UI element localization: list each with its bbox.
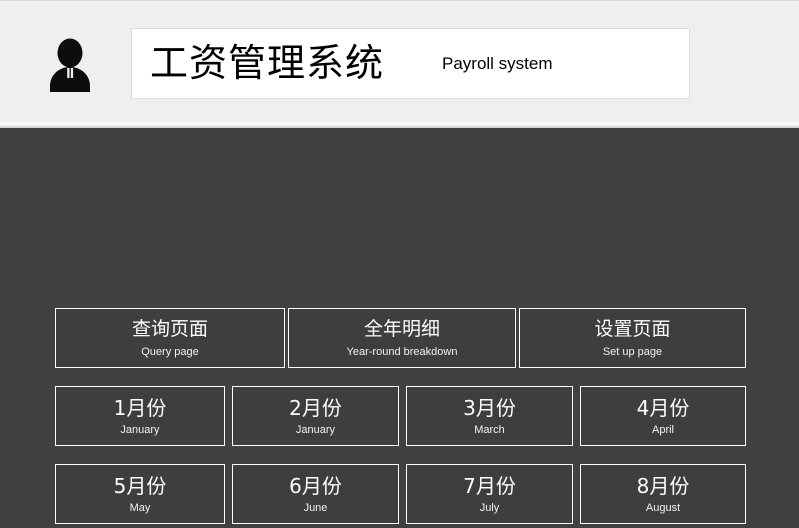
month-button-label-cn: 4月份 — [636, 395, 690, 420]
user-avatar-icon — [47, 34, 93, 96]
nav-button-label-cn: 查询页面 — [131, 318, 208, 340]
app-title-box: 工资管理系统 Payroll system — [131, 28, 690, 99]
nav-button-year-round-breakdown[interactable]: 全年明细 Year-round breakdown — [288, 308, 516, 368]
month-button-label-en: August — [645, 501, 681, 514]
month-button-label-cn: 1月份 — [113, 395, 167, 420]
month-button-label-en: January — [295, 423, 336, 436]
month-button-label-en: January — [120, 423, 160, 436]
month-button-label-cn: 6月份 — [289, 473, 342, 498]
month-button-label-cn: 3月份 — [463, 395, 516, 420]
month-button-2[interactable]: 2月份 January — [232, 386, 399, 446]
payroll-system-app: 工资管理系统 Payroll system 查询页面 Query page 全年… — [0, 0, 799, 528]
month-button-label-cn: 2月份 — [289, 395, 342, 420]
month-button-label-en: April — [651, 423, 674, 436]
month-button-label-en: July — [479, 501, 500, 514]
month-button-6[interactable]: 6月份 June — [232, 464, 399, 524]
month-button-8[interactable]: 8月份 August — [580, 464, 746, 524]
month-button-label-en: May — [129, 501, 151, 514]
month-button-label-cn: 7月份 — [463, 473, 516, 498]
app-title-en: Payroll system — [442, 54, 553, 73]
month-button-7[interactable]: 7月份 July — [406, 464, 573, 524]
nav-button-label-cn: 全年明细 — [363, 318, 440, 340]
month-button-label-en: March — [474, 423, 505, 436]
nav-button-label-cn: 设置页面 — [594, 318, 671, 340]
month-button-1[interactable]: 1月份 January — [55, 386, 225, 446]
nav-button-label-en: Query page — [141, 346, 199, 358]
month-button-label-en: June — [303, 501, 328, 514]
app-title-cn: 工资管理系统 — [150, 43, 385, 85]
nav-button-label-en: Year-round breakdown — [346, 346, 458, 358]
app-header: 工资管理系统 Payroll system — [0, 0, 799, 131]
month-button-5[interactable]: 5月份 May — [55, 464, 225, 524]
month-button-label-cn: 8月份 — [636, 473, 690, 498]
nav-button-set-up-page[interactable]: 设置页面 Set up page — [519, 308, 746, 368]
month-button-3[interactable]: 3月份 March — [406, 386, 573, 446]
month-button-4[interactable]: 4月份 April — [580, 386, 746, 446]
month-button-label-cn: 5月份 — [113, 473, 167, 498]
nav-button-query-page[interactable]: 查询页面 Query page — [55, 308, 285, 368]
main-panel: 查询页面 Query page 全年明细 Year-round breakdow… — [0, 128, 799, 528]
nav-button-label-en: Set up page — [602, 346, 663, 358]
